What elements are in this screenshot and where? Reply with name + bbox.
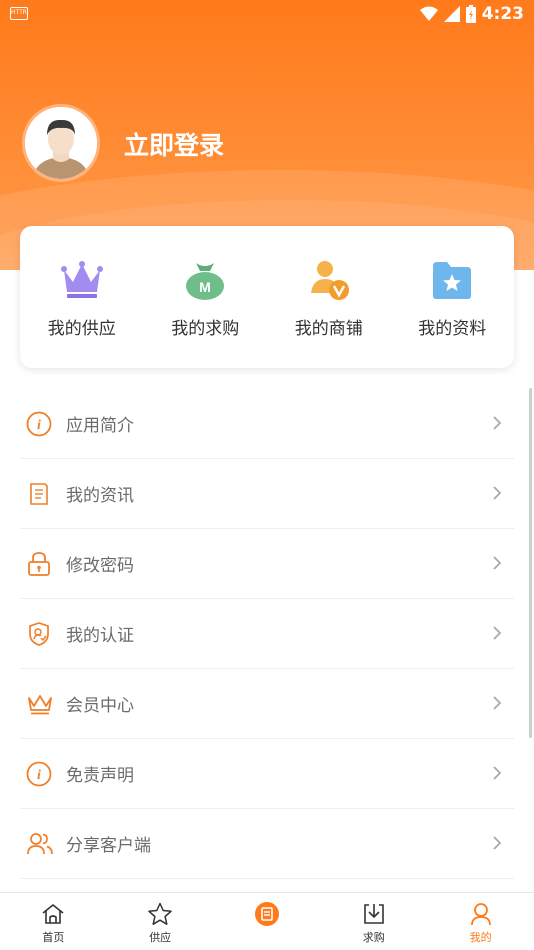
tab-supply[interactable]: 供应 <box>115 893 205 945</box>
menu-item-change-password[interactable]: 修改密码 <box>20 529 514 599</box>
chevron-right-icon <box>493 836 502 850</box>
menu-item-share-client[interactable]: 分享客户端 <box>20 809 514 879</box>
battery-icon <box>465 5 476 23</box>
menu-label: 修改密码 <box>66 556 134 576</box>
document-icon <box>30 482 48 505</box>
crown-icon <box>60 260 103 298</box>
tab-label: 首页 <box>42 931 65 944</box>
quick-label: 我的求购 <box>171 318 240 339</box>
quick-my-purchase[interactable]: M 我的求购 <box>150 256 260 339</box>
menu-item-member-center[interactable]: 会员中心 <box>20 669 514 739</box>
menu-label: 免责声明 <box>66 766 134 786</box>
svg-text:i: i <box>37 768 41 783</box>
money-bag-icon: M <box>186 262 225 300</box>
users-icon <box>27 832 53 854</box>
wifi-icon <box>419 6 438 21</box>
status-time: 4:23 <box>481 4 524 24</box>
tab-purchase[interactable]: 求购 <box>329 893 419 945</box>
person-icon <box>470 903 491 926</box>
status-bar: HTTR 4:23 <box>0 0 534 28</box>
tab-home[interactable]: 首页 <box>8 893 98 945</box>
quick-actions-card: 我的供应 M 我的求购 我的商铺 我的资料 <box>20 226 514 368</box>
svg-text:M: M <box>199 279 211 295</box>
menu-item-my-news[interactable]: 我的资讯 <box>20 459 514 529</box>
menu-label: 我的认证 <box>66 626 134 646</box>
lock-icon <box>28 551 50 576</box>
download-icon <box>363 904 384 924</box>
home-icon <box>42 903 64 924</box>
signal-icon <box>443 6 460 22</box>
quick-my-profile[interactable]: 我的资料 <box>397 256 507 339</box>
info-icon: i <box>26 411 52 436</box>
star-icon <box>148 902 172 925</box>
quick-my-supply[interactable]: 我的供应 <box>27 256 137 339</box>
bottom-tab-bar: 首页 供应 求购 我的 <box>0 892 534 950</box>
chevron-right-icon <box>493 556 502 570</box>
menu-item-disclaimer[interactable]: i 免责声明 <box>20 739 514 809</box>
scrollbar[interactable] <box>529 388 532 738</box>
chevron-right-icon <box>493 486 502 500</box>
status-right: 4:23 <box>419 3 524 25</box>
chevron-right-icon <box>493 696 502 710</box>
quick-label: 我的供应 <box>47 318 116 339</box>
settings-menu: i 应用简介 我的资讯 修改密码 我的认证 会员中心 i 免责声明 分享客户端 <box>20 389 514 879</box>
chevron-right-icon <box>493 766 502 780</box>
menu-item-my-verification[interactable]: 我的认证 <box>20 599 514 669</box>
tab-label: 求购 <box>362 931 385 944</box>
tab-center[interactable] <box>222 893 312 929</box>
notification-icon: HTTR <box>10 7 28 20</box>
chevron-right-icon <box>493 416 502 430</box>
menu-label: 我的资讯 <box>66 486 134 506</box>
menu-item-app-intro[interactable]: i 应用简介 <box>20 389 514 459</box>
center-news-icon <box>254 902 279 926</box>
login-button[interactable]: 立即登录 <box>124 126 224 162</box>
quick-label: 我的资料 <box>418 318 487 339</box>
chevron-right-icon <box>493 626 502 640</box>
tab-label: 我的 <box>469 931 492 944</box>
quick-label: 我的商铺 <box>294 318 363 339</box>
star-folder-icon <box>433 261 472 299</box>
avatar[interactable] <box>22 104 100 182</box>
svg-text:i: i <box>37 418 41 433</box>
default-avatar-icon <box>25 107 97 179</box>
tab-label: 供应 <box>149 931 172 944</box>
menu-label: 应用简介 <box>66 416 134 436</box>
menu-label: 会员中心 <box>66 696 134 716</box>
menu-label: 分享客户端 <box>66 836 151 856</box>
info-icon: i <box>26 761 52 786</box>
quick-my-shop[interactable]: 我的商铺 <box>274 256 384 339</box>
shield-user-icon <box>29 621 49 646</box>
crown-outline-icon <box>28 694 52 714</box>
verified-user-icon <box>310 260 349 300</box>
tab-mine[interactable]: 我的 <box>436 893 526 945</box>
